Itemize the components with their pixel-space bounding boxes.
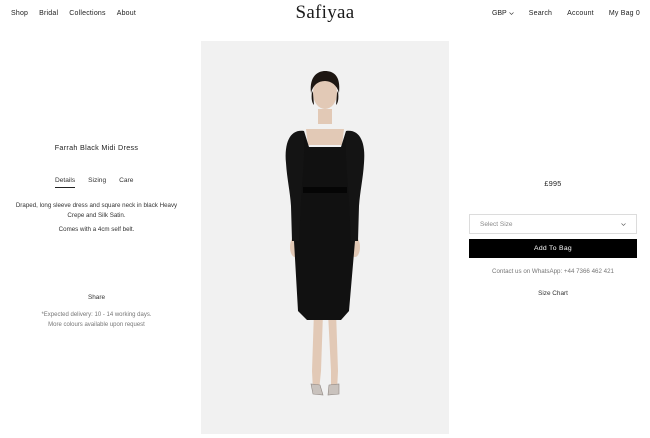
size-chart-link[interactable]: Size Chart: [469, 290, 637, 297]
size-select[interactable]: Select Size: [469, 214, 637, 234]
chevron-down-icon: [509, 12, 514, 15]
belt-note: Comes with a 4cm self belt.: [58, 226, 135, 233]
size-select-placeholder: Select Size: [480, 220, 513, 228]
product-title: Farrah Black Midi Dress: [54, 143, 139, 152]
product-tabs: Details Sizing Care: [55, 177, 146, 188]
account-link[interactable]: Account: [567, 10, 594, 17]
chevron-down-icon: [621, 222, 626, 226]
product-price: £995: [544, 179, 562, 188]
delivery-info: *Expected delivery: 10 - 14 working days…: [0, 310, 193, 330]
delivery-time: *Expected delivery: 10 - 14 working days…: [41, 312, 152, 318]
product-image[interactable]: [201, 41, 449, 434]
whatsapp-contact-link[interactable]: Contact us on WhatsApp: +44 7366 462 421: [469, 268, 637, 275]
add-to-bag-button[interactable]: Add To Bag: [469, 239, 637, 258]
tab-sizing[interactable]: Sizing: [88, 177, 106, 188]
tab-care[interactable]: Care: [119, 177, 133, 188]
utility-nav: GBP Search Account My Bag 0: [492, 10, 640, 17]
colours-note: More colours available upon request: [48, 322, 145, 328]
bag-link[interactable]: My Bag 0: [609, 10, 640, 17]
tab-details[interactable]: Details: [55, 177, 76, 188]
model-illustration: [285, 71, 365, 396]
search-link[interactable]: Search: [529, 10, 552, 17]
share-link[interactable]: Share: [0, 294, 193, 301]
currency-label: GBP: [491, 10, 507, 17]
currency-selector[interactable]: GBP: [492, 10, 514, 17]
product-description: Draped, long sleeve dress and square nec…: [15, 202, 178, 219]
